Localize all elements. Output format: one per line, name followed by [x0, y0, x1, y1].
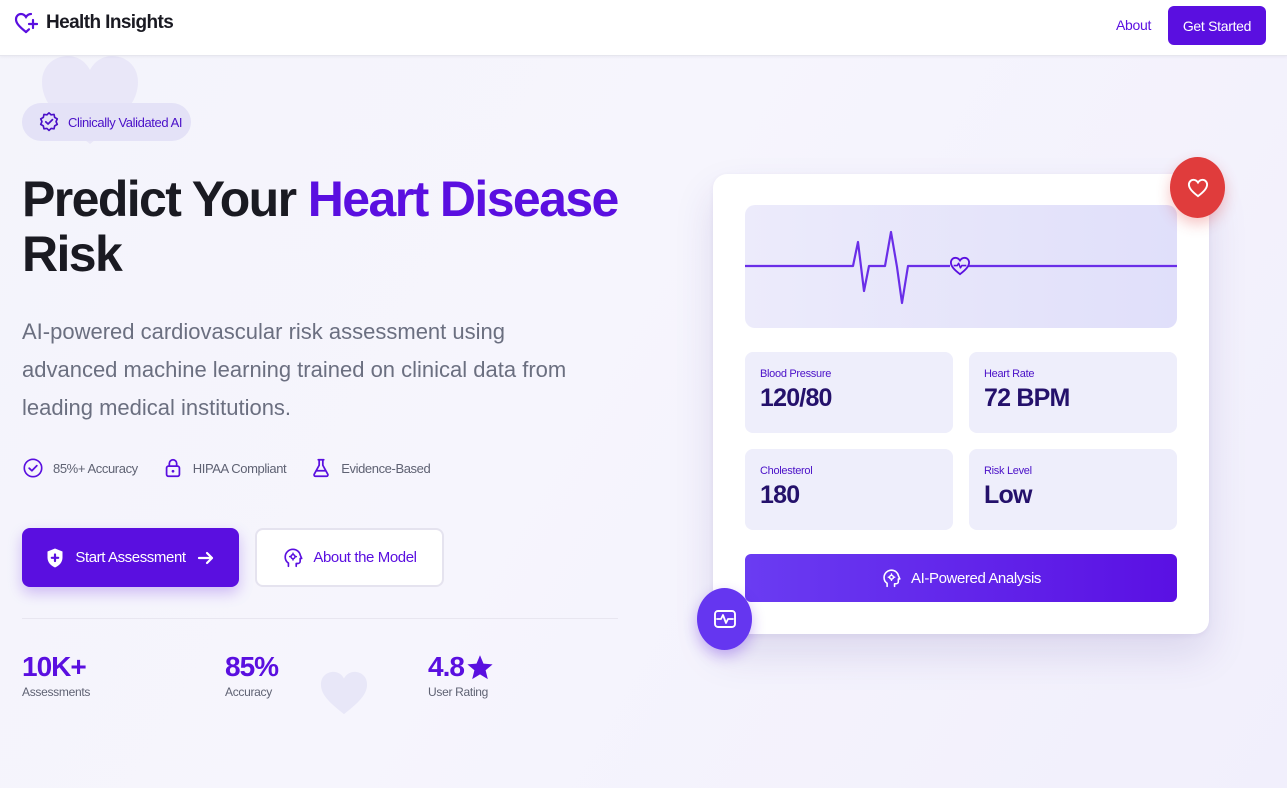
ecg-panel — [745, 205, 1177, 328]
start-assessment-button[interactable]: Start Assessment — [22, 528, 239, 587]
flask-icon — [313, 458, 330, 478]
metric-cholesterol: Cholesterol 180 — [745, 449, 953, 530]
ai-analysis-button[interactable]: AI-Powered Analysis — [745, 554, 1177, 602]
headline-part1: Predict Your — [22, 171, 308, 227]
clinically-validated-badge: Clinically Validated AI — [22, 103, 191, 141]
badge-check-icon — [39, 112, 59, 132]
feature-hipaa: HIPAA Compliant — [162, 457, 287, 479]
about-model-label: About the Model — [313, 549, 417, 566]
stat-label: User Rating — [428, 685, 489, 699]
lock-icon — [165, 458, 181, 478]
metric-risk-level: Risk Level Low — [969, 449, 1177, 530]
background-heart-icon — [320, 671, 368, 715]
feature-accuracy: 85%+ Accuracy — [22, 457, 138, 479]
feature-list: 85%+ Accuracy HIPAA Compliant Evidence-B… — [22, 457, 454, 479]
feature-label: Evidence-Based — [341, 460, 431, 476]
stat-rating-row: 4.8 — [428, 651, 494, 683]
feature-label: HIPAA Compliant — [192, 460, 287, 476]
metric-heart-rate: Heart Rate 72 BPM — [969, 352, 1177, 433]
stat-value: 85% — [225, 651, 279, 682]
check-circle-icon — [23, 458, 43, 478]
stat-value: 4.8 — [428, 651, 465, 682]
feature-label: 85%+ Accuracy — [53, 460, 138, 476]
feature-evidence: Evidence-Based — [310, 457, 431, 479]
top-navbar: Health Insights About Get Started — [0, 0, 1287, 56]
metric-value: Low — [984, 481, 1032, 509]
stat-assessments: 10K+ Assessments — [22, 651, 90, 699]
divider — [22, 618, 618, 619]
headline-accent: Heart Disease — [307, 171, 620, 227]
brand[interactable]: Health Insights — [14, 12, 174, 34]
metric-label: Blood Pressure — [760, 368, 832, 380]
start-assessment-label: Start Assessment — [75, 549, 186, 566]
nav-about-link[interactable]: About — [1116, 17, 1151, 33]
stat-rating: 4.8 User Rating — [428, 651, 494, 699]
brain-head-icon — [284, 547, 303, 567]
metric-blood-pressure: Blood Pressure 120/80 — [745, 352, 953, 433]
star-icon — [467, 654, 493, 679]
floating-heart-badge — [1170, 157, 1225, 218]
metric-value: 72 BPM — [984, 384, 1070, 412]
shield-plus-icon — [47, 548, 63, 567]
ai-analysis-label: AI-Powered Analysis — [911, 569, 1041, 587]
stat-accuracy: 85% Accuracy — [225, 651, 279, 699]
heart-pulse-icon — [949, 256, 971, 276]
get-started-button[interactable]: Get Started — [1168, 6, 1266, 45]
badge-label: Clinically Validated AI — [68, 114, 183, 130]
hero-subtitle: AI-powered cardiovascular risk assessmen… — [22, 319, 567, 420]
stat-label: Accuracy — [225, 685, 272, 699]
heart-plus-icon — [14, 12, 38, 34]
brain-head-icon — [883, 568, 901, 587]
floating-activity-badge — [697, 588, 752, 650]
page-title: Predict Your Heart Disease Risk — [22, 172, 642, 282]
headline-part2: Risk — [22, 226, 123, 282]
metric-value: 120/80 — [760, 384, 832, 412]
activity-monitor-icon — [713, 610, 736, 628]
metric-value: 180 — [760, 481, 800, 509]
about-model-button[interactable]: About the Model — [255, 528, 444, 587]
metric-label: Heart Rate — [984, 368, 1035, 380]
health-preview-card: Blood Pressure 120/80 Heart Rate 72 BPM … — [713, 174, 1209, 634]
stat-value: 10K+ — [22, 651, 87, 682]
heart-icon — [1187, 178, 1208, 197]
metric-label: Risk Level — [984, 465, 1032, 477]
arrow-right-icon — [197, 551, 213, 564]
stat-label: Assessments — [22, 685, 91, 699]
brand-name: Health Insights — [46, 12, 174, 33]
metric-label: Cholesterol — [760, 465, 813, 477]
